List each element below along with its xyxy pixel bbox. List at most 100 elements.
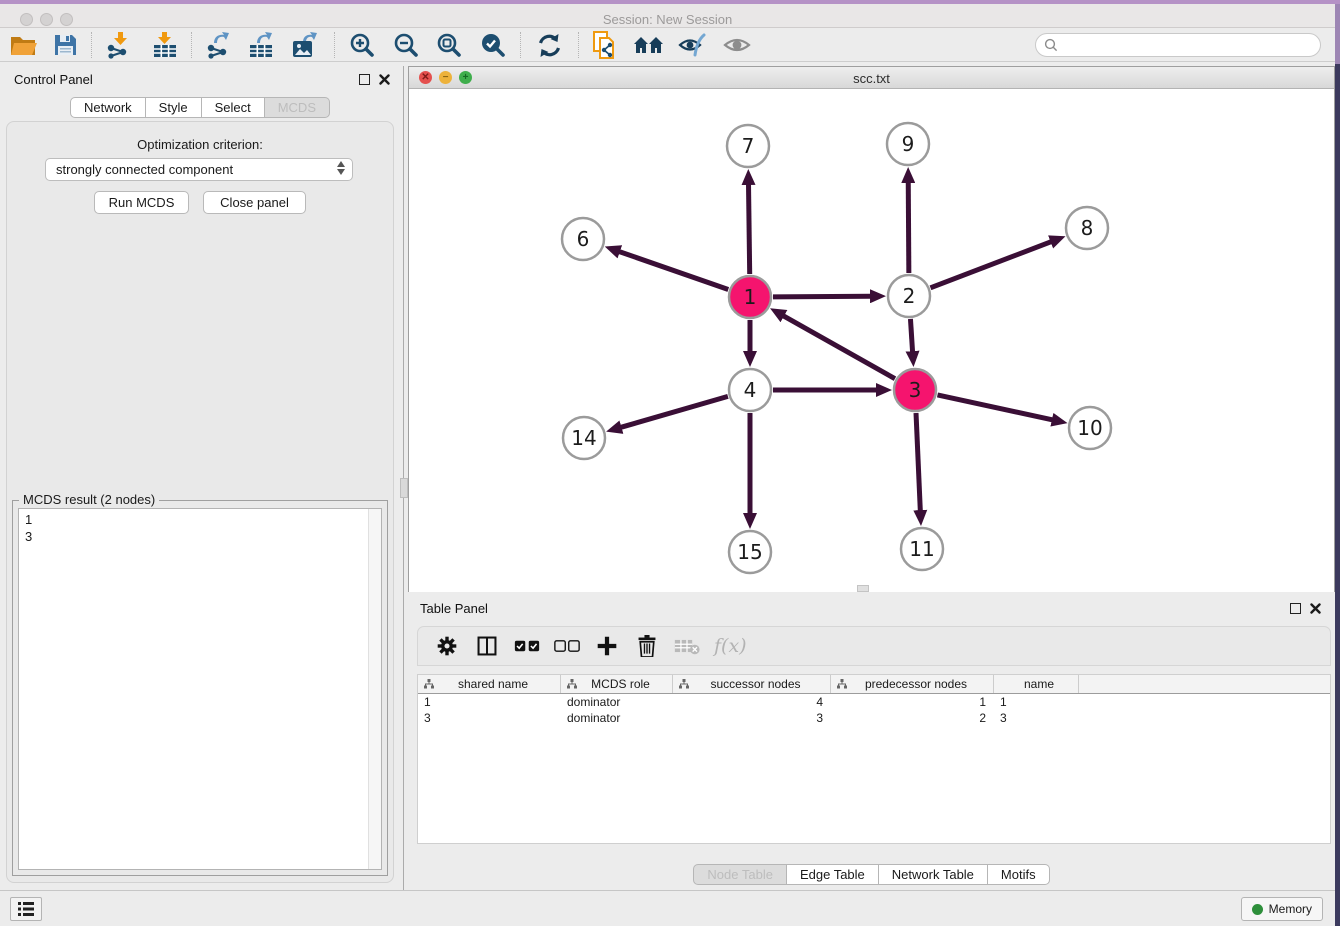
list-icon bbox=[17, 901, 35, 917]
deselect-all-checkboxes-icon[interactable] bbox=[554, 633, 580, 659]
control-panel-header: Control Panel bbox=[0, 66, 400, 94]
import-network-icon[interactable] bbox=[101, 30, 135, 60]
column-header-label: name bbox=[1024, 677, 1054, 691]
refresh-icon[interactable] bbox=[532, 30, 566, 60]
vertical-splitter[interactable] bbox=[400, 66, 408, 890]
save-session-icon[interactable] bbox=[48, 30, 82, 60]
memory-button[interactable]: Memory bbox=[1241, 897, 1323, 921]
search-icon bbox=[1044, 38, 1058, 52]
toolbar-separator bbox=[91, 32, 92, 58]
svg-text:9: 9 bbox=[902, 132, 915, 156]
select-all-checkboxes-icon[interactable] bbox=[514, 633, 540, 659]
graph-node-7[interactable]: 7 bbox=[727, 125, 769, 167]
split-columns-icon[interactable] bbox=[474, 633, 500, 659]
tab-select[interactable]: Select bbox=[202, 97, 265, 118]
main-titlebar: Session: New Session bbox=[0, 4, 1335, 28]
first-neighbors-icon[interactable] bbox=[632, 30, 666, 60]
search-field[interactable] bbox=[1035, 33, 1321, 57]
graph-edge-3-1[interactable] bbox=[783, 316, 895, 379]
close-panel-button[interactable]: Close panel bbox=[203, 191, 306, 214]
split-collapse-handle[interactable] bbox=[857, 585, 869, 592]
zoom-selected-icon[interactable] bbox=[476, 30, 510, 60]
show-all-icon[interactable] bbox=[720, 30, 754, 60]
graph-node-2[interactable]: 2 bbox=[888, 275, 930, 317]
graph-edge-2-3[interactable] bbox=[910, 319, 912, 352]
graph-node-8[interactable]: 8 bbox=[1066, 207, 1108, 249]
table-cell: 3 bbox=[994, 710, 1079, 726]
hide-selected-icon[interactable] bbox=[675, 30, 709, 60]
column-header-MCDS-role[interactable]: MCDS role bbox=[561, 675, 673, 693]
mcds-result-scrollbar[interactable] bbox=[368, 509, 381, 869]
tab-style[interactable]: Style bbox=[146, 97, 202, 118]
graph-node-11[interactable]: 11 bbox=[901, 528, 943, 570]
clone-network-icon[interactable] bbox=[588, 30, 622, 60]
mcds-result-textarea[interactable]: 1 3 bbox=[18, 508, 382, 870]
table-cell: dominator bbox=[561, 694, 673, 710]
close-table-panel-icon[interactable] bbox=[1310, 603, 1321, 614]
optimization-criterion-select[interactable]: strongly connected component bbox=[45, 158, 353, 181]
gear-icon[interactable] bbox=[434, 633, 460, 659]
table-cell: 3 bbox=[673, 710, 831, 726]
column-header-label: MCDS role bbox=[583, 677, 672, 691]
graph-edge-1-7[interactable] bbox=[749, 184, 750, 274]
graph-node-14[interactable]: 14 bbox=[563, 417, 605, 459]
table-row[interactable]: 1dominator411 bbox=[418, 694, 1330, 710]
mcds-result-group: MCDS result (2 nodes) 1 3 bbox=[12, 500, 388, 876]
tab-edge-table[interactable]: Edge Table bbox=[787, 864, 879, 885]
control-panel-tabs: Network Style Select MCDS bbox=[0, 97, 400, 118]
graph-node-6[interactable]: 6 bbox=[562, 218, 604, 260]
float-table-panel-icon[interactable] bbox=[1290, 603, 1301, 614]
log-console-button[interactable] bbox=[10, 897, 42, 921]
graph-edge-4-14[interactable] bbox=[621, 396, 728, 427]
search-input[interactable] bbox=[1062, 38, 1302, 52]
delete-table-icon[interactable] bbox=[674, 633, 700, 659]
svg-text:7: 7 bbox=[742, 134, 755, 158]
tab-network-table[interactable]: Network Table bbox=[879, 864, 988, 885]
column-header-label: shared name bbox=[440, 677, 560, 691]
graph-edge-3-11[interactable] bbox=[916, 413, 920, 511]
table-row[interactable]: 3dominator323 bbox=[418, 710, 1330, 726]
run-mcds-button[interactable]: Run MCDS bbox=[94, 191, 189, 214]
delete-icon[interactable] bbox=[634, 633, 660, 659]
open-session-icon[interactable] bbox=[6, 30, 40, 60]
optimization-criterion-label: Optimization criterion: bbox=[0, 137, 400, 152]
graph-node-9[interactable]: 9 bbox=[887, 123, 929, 165]
column-header-successor-nodes[interactable]: successor nodes bbox=[673, 675, 831, 693]
toolbar-separator bbox=[191, 32, 192, 58]
splitter-grip[interactable] bbox=[400, 478, 408, 498]
export-network-icon[interactable] bbox=[201, 30, 235, 60]
tab-mcds[interactable]: MCDS bbox=[265, 97, 330, 118]
column-header-label: successor nodes bbox=[695, 677, 830, 691]
graph-edge-2-8[interactable] bbox=[930, 242, 1051, 288]
memory-label: Memory bbox=[1269, 902, 1312, 916]
tab-network[interactable]: Network bbox=[70, 97, 146, 118]
network-window-titlebar[interactable]: ✕ − + scc.txt bbox=[409, 67, 1334, 89]
zoom-in-icon[interactable] bbox=[345, 30, 379, 60]
graph-node-3[interactable]: 3 bbox=[894, 369, 936, 411]
zoom-fit-icon[interactable] bbox=[432, 30, 466, 60]
float-panel-icon[interactable] bbox=[359, 74, 370, 85]
export-table-icon[interactable] bbox=[244, 30, 278, 60]
column-header-predecessor-nodes[interactable]: predecessor nodes bbox=[831, 675, 994, 693]
graph-node-10[interactable]: 10 bbox=[1069, 407, 1111, 449]
graph-node-4[interactable]: 4 bbox=[729, 369, 771, 411]
graph-node-15[interactable]: 15 bbox=[729, 531, 771, 573]
add-icon[interactable] bbox=[594, 633, 620, 659]
import-table-icon[interactable] bbox=[148, 30, 182, 60]
network-canvas[interactable]: 7 9 6 8 1 2 4 3 14 10 15 11 bbox=[409, 89, 1334, 592]
graph-edge-1-2[interactable] bbox=[773, 296, 871, 297]
tab-node-table[interactable]: Node Table bbox=[693, 864, 787, 885]
wallpaper-right-edge bbox=[1335, 4, 1340, 926]
function-builder-icon[interactable]: f(x) bbox=[714, 635, 747, 657]
tab-motifs[interactable]: Motifs bbox=[988, 864, 1050, 885]
graph-node-1[interactable]: 1 bbox=[729, 276, 771, 318]
close-panel-icon[interactable] bbox=[379, 74, 390, 85]
graph-edge-3-10[interactable] bbox=[937, 395, 1052, 420]
node-table: shared name MCDS role successor nodesprede… bbox=[417, 674, 1331, 844]
graph-edge-2-9[interactable] bbox=[908, 182, 909, 273]
column-header-name[interactable]: name bbox=[994, 675, 1079, 693]
zoom-out-icon[interactable] bbox=[389, 30, 423, 60]
graph-edge-1-6[interactable] bbox=[619, 251, 728, 289]
column-header-shared-name[interactable]: shared name bbox=[418, 675, 561, 693]
export-image-icon[interactable] bbox=[288, 30, 322, 60]
